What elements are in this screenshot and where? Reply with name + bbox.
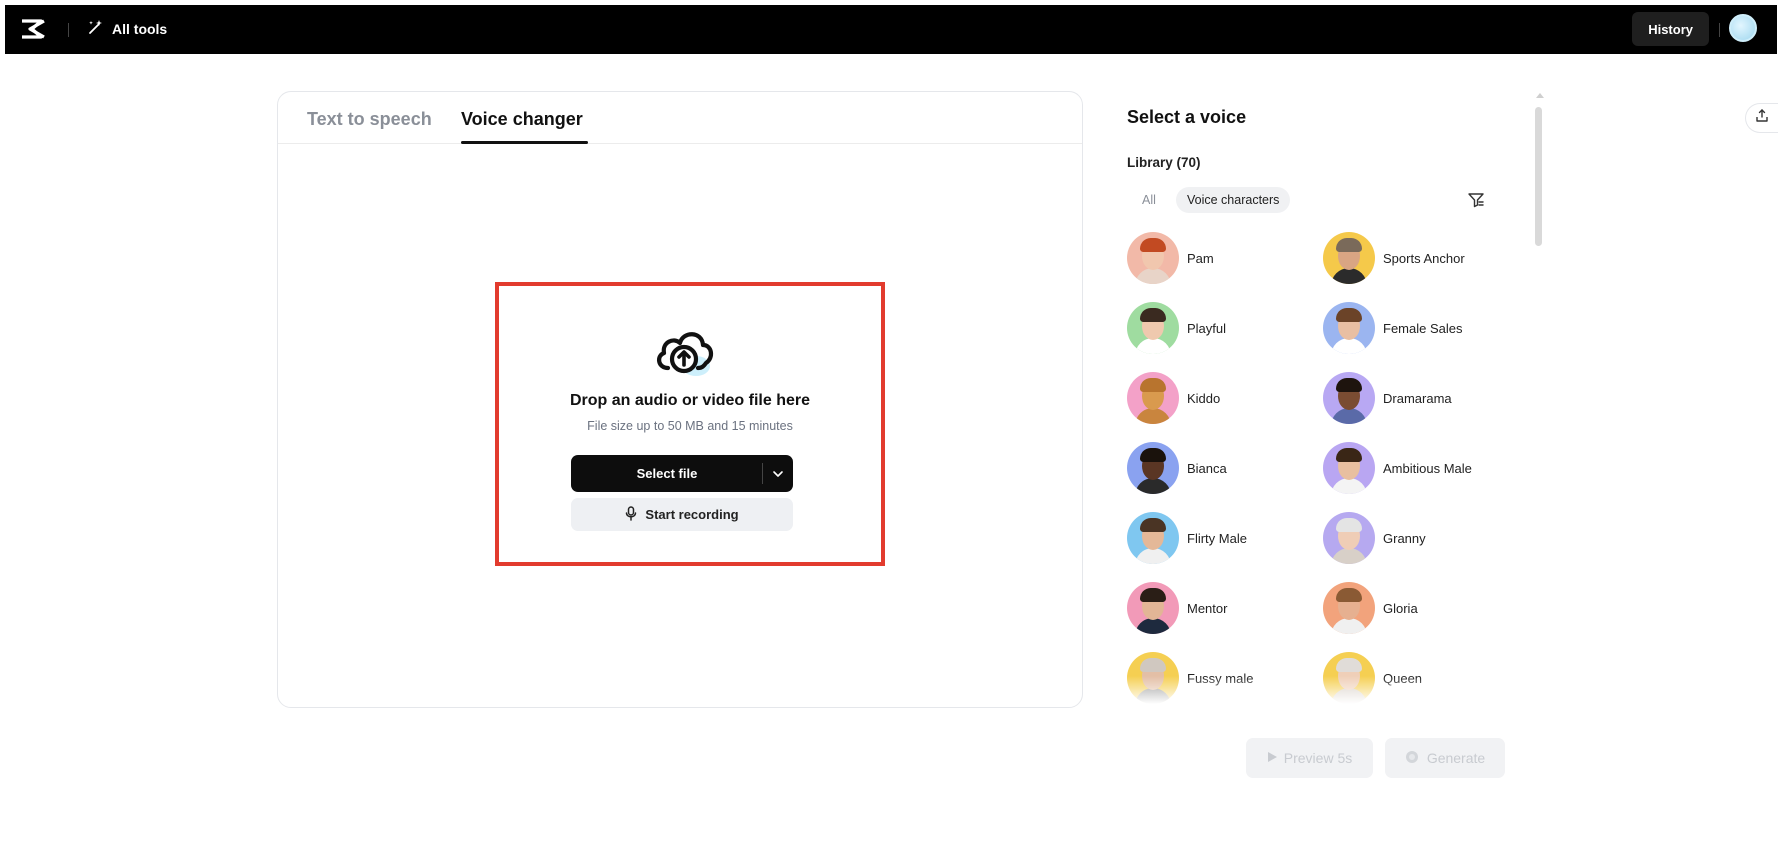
- select-file-button[interactable]: Select file: [571, 455, 793, 492]
- library-count-label: Library (70): [1127, 155, 1201, 170]
- voice-avatar: [1323, 652, 1375, 704]
- filter-chip-voice-characters[interactable]: Voice characters: [1176, 187, 1291, 213]
- voice-avatar: [1127, 302, 1179, 354]
- voice-avatar: [1323, 512, 1375, 564]
- voice-avatar: [1127, 652, 1179, 704]
- select-file-separator: [762, 463, 763, 484]
- voice-name: Kiddo: [1187, 390, 1221, 406]
- sparkle-icon: [1405, 750, 1419, 767]
- all-tools-label: All tools: [112, 21, 168, 37]
- tab-bar: Text to speech Voice changer: [278, 92, 1082, 144]
- microphone-icon: [625, 505, 637, 524]
- voice-item[interactable]: Fussy male: [1127, 652, 1253, 704]
- generate-button[interactable]: Generate: [1385, 738, 1505, 778]
- voice-name: Gloria: [1383, 600, 1418, 616]
- filter-icon[interactable]: [1466, 190, 1486, 210]
- voice-avatar: [1127, 512, 1179, 564]
- dropzone-subtitle: File size up to 50 MB and 15 minutes: [587, 419, 793, 433]
- chevron-down-icon[interactable]: [767, 463, 789, 484]
- start-recording-label: Start recording: [645, 507, 739, 522]
- voice-name: Bianca: [1187, 460, 1227, 476]
- voice-name: Queen: [1383, 670, 1423, 686]
- select-voice-title: Select a voice: [1127, 107, 1247, 127]
- voice-name: Pam: [1187, 250, 1214, 266]
- topbar-divider: [68, 23, 69, 37]
- play-icon: [1267, 750, 1278, 766]
- voice-avatar: [1323, 232, 1375, 284]
- all-tools-button[interactable]: All tools: [87, 17, 167, 41]
- voice-avatar: [1323, 442, 1375, 494]
- voice-avatar: [1323, 372, 1375, 424]
- voice-item[interactable]: Playful: [1127, 302, 1226, 354]
- top-bar: All tools History: [5, 5, 1777, 54]
- history-button[interactable]: History: [1632, 12, 1709, 46]
- dropzone-title: Drop an audio or video file here: [569, 392, 811, 409]
- voice-avatar: [1323, 302, 1375, 354]
- user-avatar[interactable]: [1729, 14, 1757, 42]
- magic-wand-icon: [87, 19, 104, 39]
- voice-grid: Pam Sports Anchor Playful Female Sales Kiddo…: [1127, 232, 1487, 704]
- voice-item[interactable]: Bianca: [1127, 442, 1227, 494]
- side-export-button[interactable]: [1745, 103, 1778, 133]
- voice-avatar: [1127, 442, 1179, 494]
- voice-avatar: [1323, 582, 1375, 634]
- topbar-divider-right: [1719, 23, 1720, 37]
- voice-name: Sports Anchor: [1383, 250, 1465, 266]
- voice-item[interactable]: Flirty Male: [1127, 512, 1247, 564]
- voice-item[interactable]: Kiddo: [1127, 372, 1220, 424]
- filter-chip-all[interactable]: All: [1132, 187, 1166, 213]
- preview-label: Preview 5s: [1283, 750, 1353, 766]
- voice-name: Granny: [1383, 530, 1426, 546]
- voice-name: Fussy male: [1187, 670, 1254, 686]
- tab-voice-changer[interactable]: Voice changer: [461, 109, 583, 130]
- capcut-logo-icon[interactable]: [19, 16, 47, 42]
- voice-item[interactable]: Mentor: [1127, 582, 1227, 634]
- tab-text-to-speech[interactable]: Text to speech: [307, 109, 432, 130]
- active-tab-indicator: [461, 141, 588, 144]
- voice-avatar: [1127, 232, 1179, 284]
- voice-name: Flirty Male: [1187, 530, 1247, 546]
- voice-avatar: [1127, 582, 1179, 634]
- voice-item[interactable]: Female Sales: [1323, 302, 1462, 354]
- file-dropzone[interactable]: Drop an audio or video file here File si…: [495, 282, 885, 566]
- voice-name: Mentor: [1187, 600, 1228, 616]
- download-tray-icon: [1754, 108, 1770, 129]
- voice-item[interactable]: Dramarama: [1323, 372, 1452, 424]
- voice-name: Ambitious Male: [1383, 460, 1472, 476]
- voice-name: Playful: [1187, 320, 1227, 336]
- select-file-label: Select file: [636, 466, 698, 481]
- voice-item[interactable]: Gloria: [1323, 582, 1418, 634]
- voice-item[interactable]: Ambitious Male: [1323, 442, 1472, 494]
- preview-button[interactable]: Preview 5s: [1246, 738, 1373, 778]
- voice-avatar: [1127, 372, 1179, 424]
- voice-item[interactable]: Granny: [1323, 512, 1426, 564]
- voice-name: Dramarama: [1383, 390, 1452, 406]
- voice-item[interactable]: Sports Anchor: [1323, 232, 1465, 284]
- start-recording-button[interactable]: Start recording: [571, 498, 793, 531]
- voice-name: Female Sales: [1383, 320, 1463, 336]
- generate-label: Generate: [1426, 750, 1486, 766]
- voice-item[interactable]: Pam: [1127, 232, 1214, 284]
- voice-item[interactable]: Queen: [1323, 652, 1422, 704]
- cloud-upload-icon: [650, 322, 720, 382]
- scroll-up-arrow-icon[interactable]: [1536, 93, 1544, 98]
- voice-changer-card: Text to speech Voice changer Drop an aud…: [277, 91, 1083, 708]
- voice-list-scrollbar[interactable]: [1535, 107, 1542, 246]
